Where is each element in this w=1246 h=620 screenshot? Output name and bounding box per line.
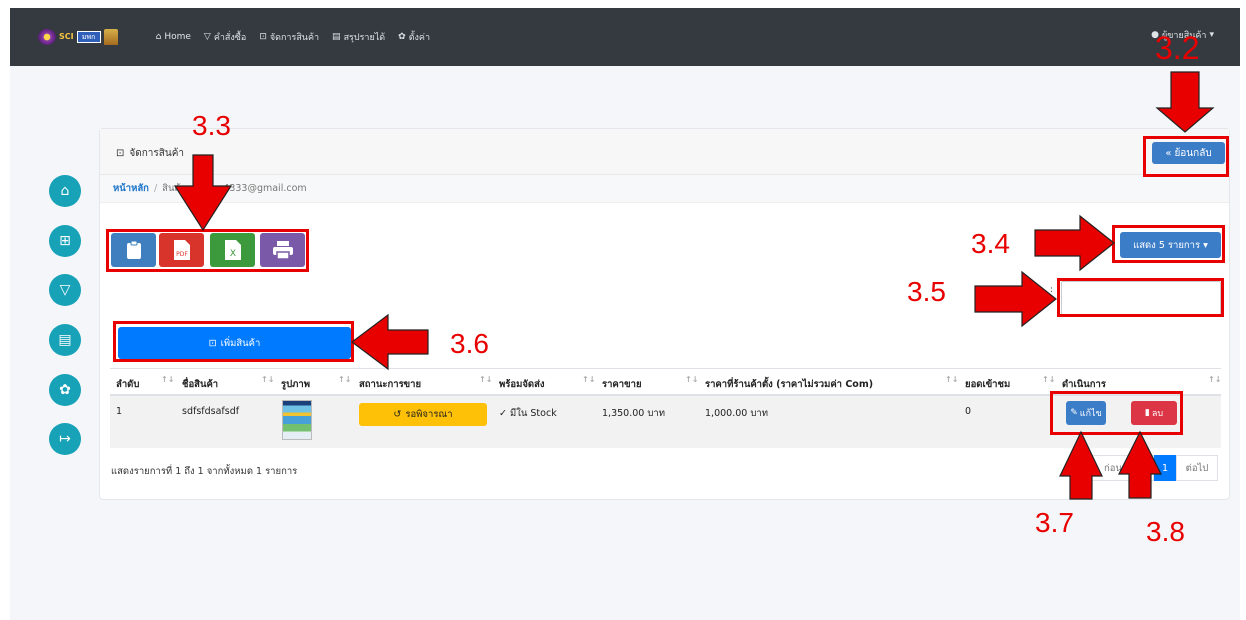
arrow-up-3-8 xyxy=(1118,430,1162,499)
annotation-label: 3.8 xyxy=(1146,516,1185,547)
page: SCI มพก ⌂ Home ▽ คำสั่งซื้อ ⊡ จัดการสินค้า … xyxy=(0,0,1246,620)
arrow-right-3-4 xyxy=(1034,214,1115,272)
annotation-label: 3.6 xyxy=(450,328,489,359)
arrow-down-3-3 xyxy=(173,154,233,232)
annotation-label: 3.7 xyxy=(1035,507,1074,538)
annotation-label: 3.4 xyxy=(971,228,1010,259)
annotation-label: 3.3 xyxy=(192,110,231,141)
annotation-label: 3.2 xyxy=(1155,30,1200,66)
annotation-label: 3.5 xyxy=(907,276,946,307)
arrow-left-3-6 xyxy=(351,313,429,371)
arrow-down-3-2 xyxy=(1155,71,1215,133)
arrow-right-3-5 xyxy=(974,270,1057,328)
arrow-up-3-7 xyxy=(1059,430,1103,500)
